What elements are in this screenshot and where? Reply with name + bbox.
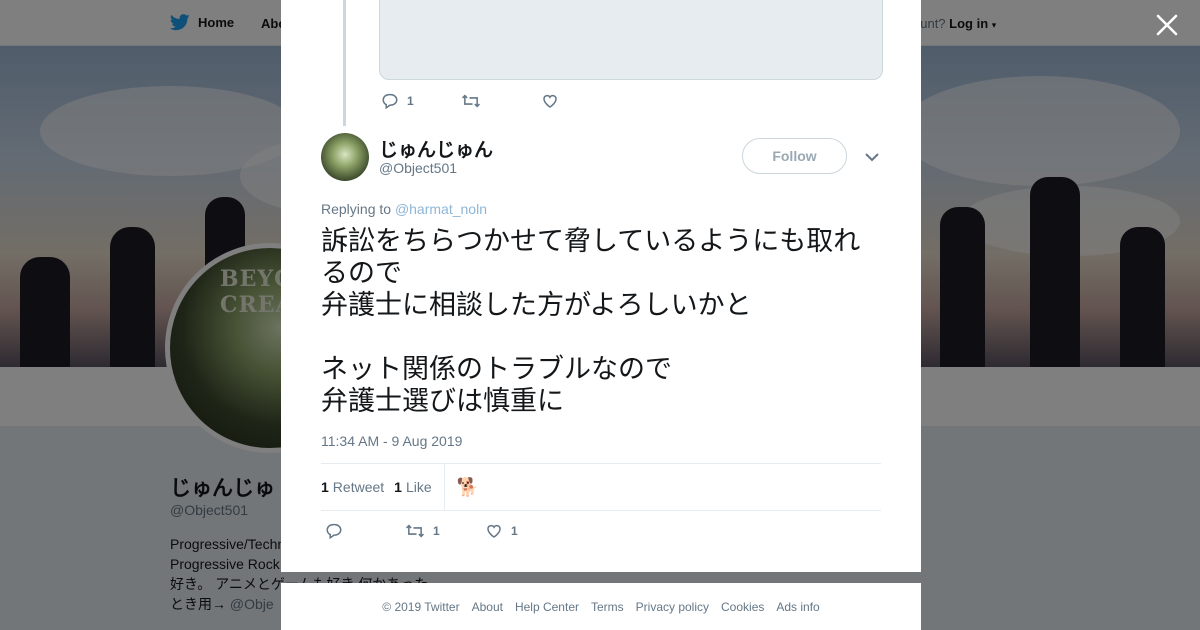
follow-button[interactable]: Follow	[742, 138, 847, 174]
like-stat-count[interactable]: 1	[394, 479, 402, 495]
tweet-modal: 1 じゅんじゅん @Object501 Follow Replying to @…	[281, 0, 921, 572]
like-button[interactable]: 1	[485, 522, 565, 540]
footer-link-terms[interactable]: Terms	[591, 600, 624, 614]
previous-tweet-actions: 1	[381, 92, 621, 110]
close-icon[interactable]	[1154, 12, 1180, 38]
replying-to: Replying to @harmat_noln	[321, 201, 487, 217]
retweet-icon	[405, 524, 425, 538]
retweet-count: 1	[433, 524, 440, 538]
tweet-timestamp[interactable]: 11:34 AM - 9 Aug 2019	[321, 433, 462, 449]
heart-icon	[543, 94, 557, 108]
tweet-text: 訴訟をちらつかせて脅しているようにも取れるので 弁護士に相談した方がよろしいかと…	[321, 226, 861, 417]
liker-avatar[interactable]: 🐕	[456, 476, 478, 498]
chevron-down-icon[interactable]	[863, 148, 881, 166]
retweet-stat-count[interactable]: 1	[321, 479, 329, 495]
like-stat-label[interactable]: Like	[406, 479, 432, 495]
reply-icon	[326, 523, 342, 540]
retweet-icon	[461, 94, 481, 108]
footer-link-cookies[interactable]: Cookies	[721, 600, 764, 614]
heart-icon	[487, 524, 501, 538]
footer: © 2019 Twitter About Help Center Terms P…	[281, 583, 921, 630]
replying-label: Replying to	[321, 201, 392, 217]
footer-link-about[interactable]: About	[472, 600, 503, 614]
reply-button[interactable]	[325, 522, 405, 540]
author-handle[interactable]: @Object501	[379, 160, 457, 176]
tweet-stats: 1 Retweet 1 Like 🐕	[321, 463, 881, 511]
retweet-button[interactable]: 1	[405, 522, 485, 540]
retweet-button[interactable]	[461, 92, 541, 110]
previous-tweet-media[interactable]	[379, 0, 883, 80]
reply-button[interactable]: 1	[381, 92, 461, 110]
like-button[interactable]	[541, 92, 621, 110]
reply-count: 1	[407, 94, 414, 108]
like-count: 1	[511, 524, 518, 538]
thread-connector-line	[343, 0, 346, 126]
stats-divider	[443, 464, 445, 510]
footer-link-help-center[interactable]: Help Center	[515, 600, 579, 614]
author-avatar[interactable]	[321, 133, 369, 181]
replying-mention-link[interactable]: @harmat_noln	[395, 201, 487, 217]
author-name[interactable]: じゅんじゅん	[379, 135, 493, 162]
tweet-actions: 1 1	[325, 522, 565, 540]
footer-link-privacy[interactable]: Privacy policy	[636, 600, 709, 614]
footer-link-ads-info[interactable]: Ads info	[776, 600, 819, 614]
retweet-stat-label[interactable]: Retweet	[333, 479, 384, 495]
footer-copyright[interactable]: © 2019 Twitter	[382, 600, 459, 614]
reply-icon	[382, 93, 398, 110]
